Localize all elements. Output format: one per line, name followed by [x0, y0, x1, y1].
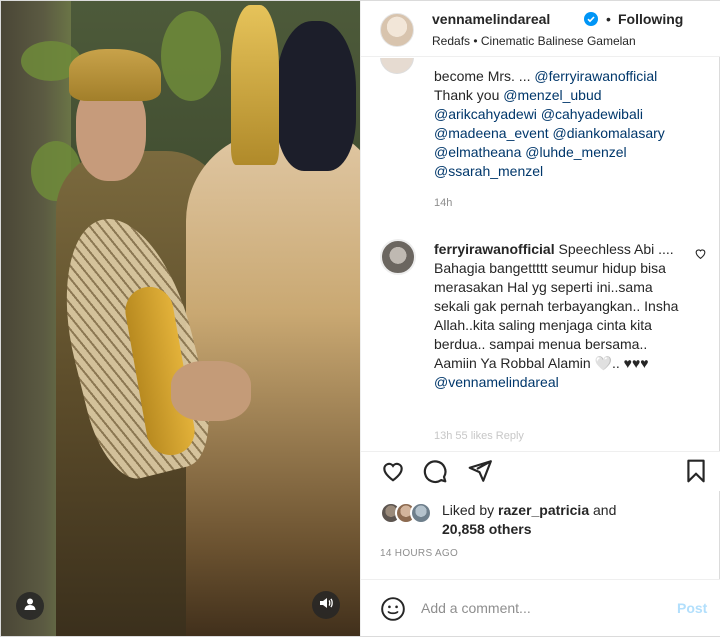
post-header: vennamelindareal • Following Redafs • Ci… — [361, 1, 720, 57]
tagged-users-button[interactable] — [16, 592, 44, 620]
sound-icon — [318, 595, 334, 616]
user-tag-icon — [22, 596, 38, 617]
media-crown — [231, 5, 279, 165]
caption-mention[interactable]: @cahyadewibali — [541, 106, 643, 122]
post-actions-bar — [361, 451, 720, 491]
post-side-panel: vennamelindareal • Following Redafs • Ci… — [360, 1, 720, 636]
caption-mention[interactable]: @luhde_menzel — [525, 144, 626, 160]
caption-mention[interactable]: @diankomalasary — [553, 125, 665, 141]
emoji-icon[interactable] — [380, 596, 406, 622]
comment-text: ferryirawanofficial Speechless Abi .... … — [434, 240, 689, 392]
comment-emojis: 🤍.. ♥♥♥ — [594, 355, 649, 371]
post-comment-button[interactable]: Post — [677, 600, 707, 616]
liked-by-and: and — [589, 502, 617, 518]
caption-segment: Thank you — [434, 87, 504, 103]
header-separator: • — [606, 11, 611, 27]
caption-text: become Mrs. ... @ferryirawanofficial Tha… — [434, 67, 704, 181]
caption-segment: become Mrs. ... — [434, 68, 535, 84]
likes-count[interactable]: 20,858 others — [442, 521, 532, 537]
caption-mention[interactable]: @arikcahyadewi — [434, 106, 537, 122]
share-icon[interactable] — [467, 458, 493, 484]
add-comment-bar: Post — [361, 579, 720, 636]
commenter-avatar[interactable] — [380, 239, 416, 275]
comment-icon[interactable] — [422, 458, 448, 484]
audio-subtitle[interactable]: Redafs • Cinematic Balinese Gamelan — [432, 34, 636, 48]
caption-author-avatar[interactable] — [380, 58, 414, 74]
following-button[interactable]: Following — [618, 11, 683, 27]
liker-avatar — [410, 502, 432, 524]
liked-by-prefix: Liked by — [442, 502, 499, 518]
caption-mention[interactable]: @madeena_event — [434, 125, 549, 141]
post-timestamp[interactable]: 14 HOURS AGO — [380, 548, 458, 559]
caption-mention[interactable]: @ferryirawanofficial — [534, 68, 657, 84]
comments-list[interactable]: become Mrs. ... @ferryirawanofficial Tha… — [361, 58, 720, 451]
comment-meta: 13h 55 likes Reply — [434, 430, 524, 442]
post-media-video[interactable] — [1, 1, 360, 636]
bookmark-icon[interactable] — [683, 458, 709, 484]
sound-toggle-button[interactable] — [312, 591, 340, 619]
media-hand — [171, 361, 251, 421]
liked-by-user[interactable]: razer_patricia — [498, 502, 589, 518]
media-headdress — [69, 49, 161, 101]
comment-body: Speechless Abi .... Bahagia bangettttt s… — [434, 241, 679, 371]
media-bride-hair — [276, 21, 356, 171]
media-foliage — [161, 11, 221, 101]
author-avatar[interactable] — [380, 13, 414, 47]
comment-like-heart-icon[interactable] — [694, 247, 707, 260]
comment-input[interactable] — [421, 594, 661, 622]
verified-icon — [584, 12, 598, 26]
comment-mention[interactable]: @vennamelindareal — [434, 374, 559, 390]
commenter-username[interactable]: ferryirawanofficial — [434, 241, 555, 257]
caption-mention[interactable]: @menzel_ubud — [503, 87, 601, 103]
caption-mention[interactable]: @ssarah_menzel — [434, 163, 543, 179]
liked-by-avatars[interactable] — [380, 502, 440, 524]
caption-mention[interactable]: @elmatheana — [434, 144, 521, 160]
author-username[interactable]: vennamelindareal — [432, 11, 550, 27]
liked-by-text: Liked by razer_patricia and — [442, 502, 616, 518]
heart-icon[interactable] — [380, 458, 406, 484]
caption-timestamp[interactable]: 14h — [434, 197, 452, 209]
